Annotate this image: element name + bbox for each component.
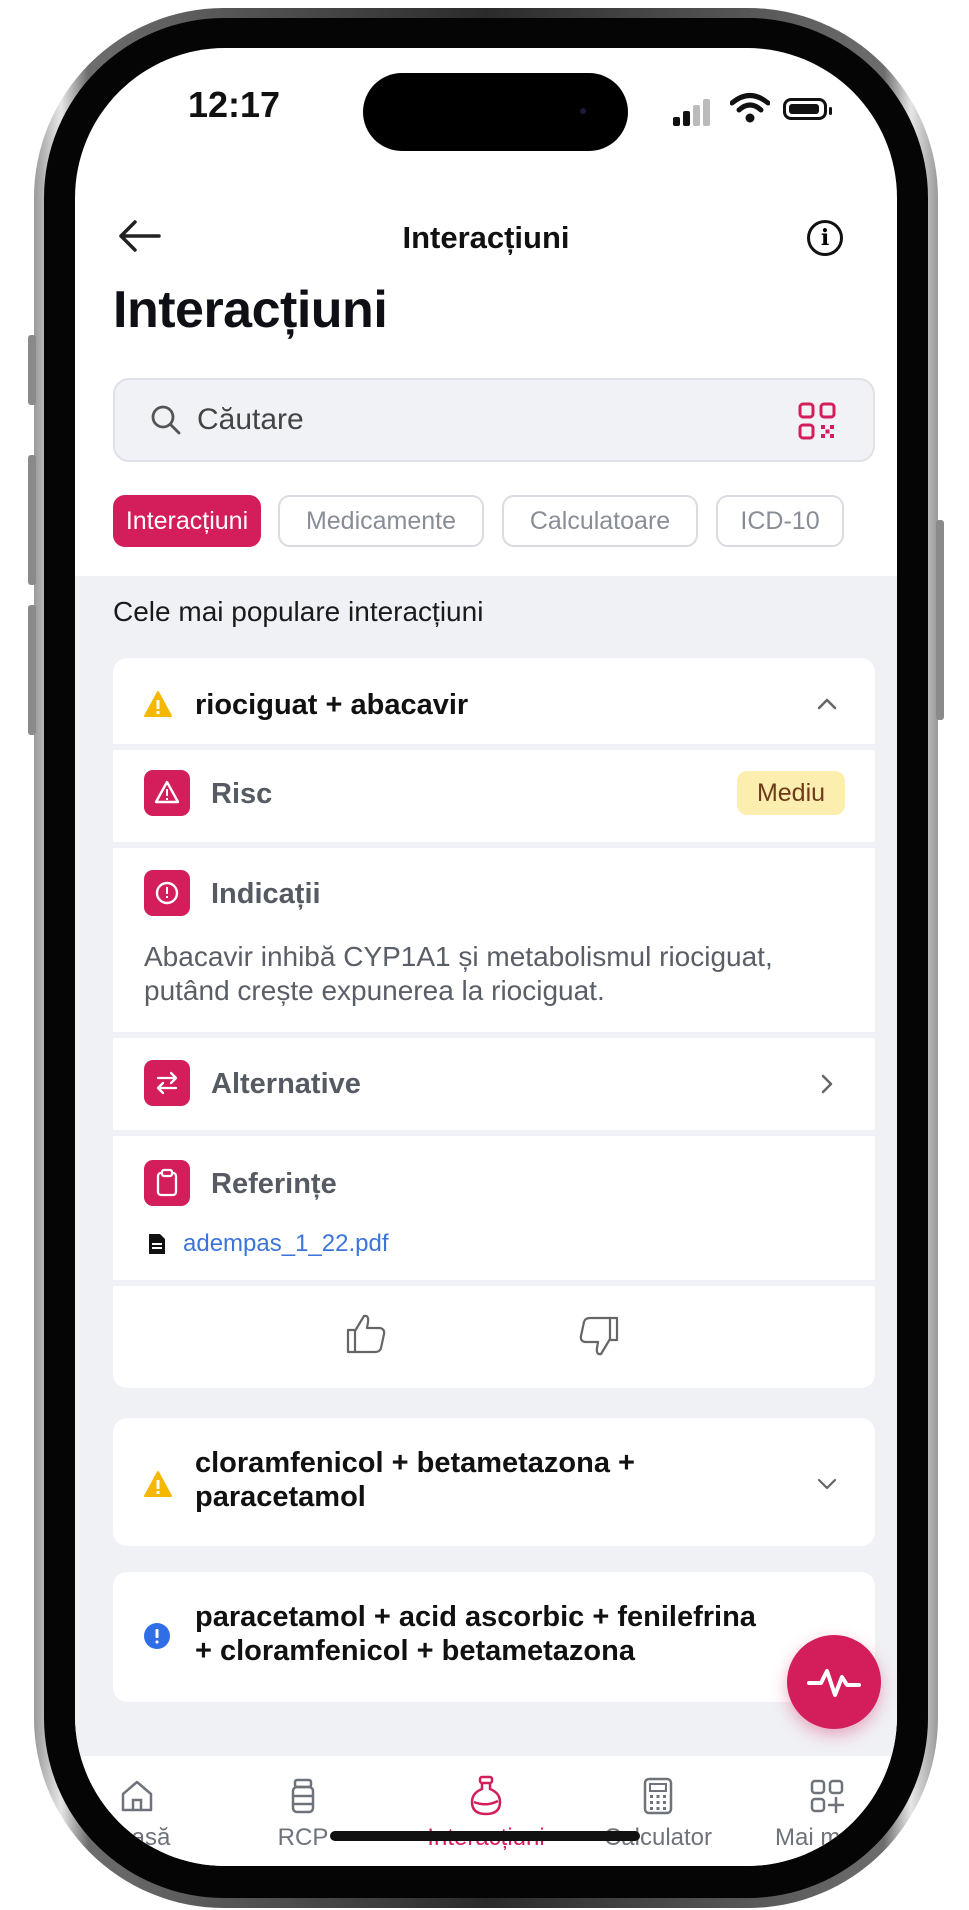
- section-label: Cele mai populare interacțiuni: [113, 596, 484, 627]
- tab-label: Acasă: [103, 1824, 171, 1851]
- search-bar[interactable]: [113, 378, 875, 462]
- tab-label: RCP: [277, 1824, 329, 1851]
- alternatives-label: Alternative: [211, 1068, 361, 1100]
- card-title: paracetamol + acid ascorbic + fenilefrin…: [195, 1601, 756, 1667]
- power-button: [936, 520, 944, 720]
- volume-down-button: [28, 605, 36, 735]
- divider: [113, 842, 875, 848]
- risk-icon: [144, 770, 190, 816]
- indications-icon: [144, 870, 190, 916]
- divider: [113, 1280, 875, 1286]
- warning-icon: [144, 691, 172, 717]
- mute-switch: [28, 335, 36, 405]
- references-label: Referințe: [211, 1168, 337, 1200]
- page-title: Interacțiuni: [113, 281, 388, 339]
- divider: [113, 1130, 875, 1136]
- search-icon: [151, 405, 181, 435]
- tab-mai-multe[interactable]: Mai multe: [747, 1774, 897, 1852]
- card-title: riociguat + abacavir: [195, 689, 469, 721]
- warning-icon: [144, 1471, 172, 1497]
- risk-level-badge: Mediu: [737, 771, 845, 815]
- thumbs-up-icon: [346, 1314, 386, 1354]
- alternatives-row[interactable]: Alternative: [113, 1038, 875, 1130]
- dynamic-island: [363, 73, 628, 151]
- chevron-right-icon: [821, 1074, 833, 1094]
- status-time: 12:17: [188, 84, 281, 125]
- home-icon: [121, 1780, 153, 1812]
- app-screen: 12:17 Interacțiuni i Interacțiuni Căutar…: [75, 48, 897, 1866]
- home-indicator: [330, 1831, 640, 1841]
- chip-interactiuni[interactable]: Interacțiuni: [113, 495, 261, 547]
- pill-bottle-icon: [291, 1778, 315, 1814]
- chevron-down-icon[interactable]: [815, 1472, 839, 1496]
- search-input[interactable]: [197, 398, 757, 442]
- signal-icon: [673, 96, 713, 126]
- chevron-up-icon[interactable]: [815, 692, 839, 716]
- chip-medicamente[interactable]: Medicamente: [278, 495, 484, 547]
- header-title: Interacțiuni: [402, 220, 570, 255]
- indications-label: Indicații: [211, 878, 321, 910]
- flask-icon: [470, 1775, 502, 1816]
- battery-icon: [783, 98, 832, 120]
- volume-up-button: [28, 455, 36, 585]
- reference-file-link[interactable]: adempas_1_22.pdf: [183, 1230, 389, 1258]
- chip-calculatoare[interactable]: Calculatoare: [502, 495, 698, 547]
- tab-acasa[interactable]: Acasă: [75, 1774, 217, 1852]
- thumbs-up-button[interactable]: [340, 1308, 390, 1358]
- swap-icon: [144, 1060, 190, 1106]
- thumbs-down-button[interactable]: [575, 1312, 625, 1362]
- tab-bar: Acasă RCP Interacțiuni: [75, 1756, 897, 1866]
- pulse-icon: [807, 1669, 861, 1697]
- thumbs-down-icon: [579, 1316, 619, 1356]
- tab-label: Mai multe: [774, 1824, 880, 1851]
- calculator-icon: [643, 1777, 673, 1815]
- interaction-card-expanded: [113, 658, 875, 1388]
- grid-plus-icon: [810, 1779, 845, 1814]
- divider: [113, 744, 875, 750]
- info-alert-icon: [144, 1623, 170, 1649]
- card-title: cloramfenicol + betametazona + paracetam…: [195, 1447, 635, 1513]
- indications-text: Abacavir inhibă CYP1A1 și metabolismul r…: [144, 941, 773, 1006]
- activity-fab[interactable]: [787, 1635, 881, 1729]
- chip-icd-10[interactable]: ICD-10: [716, 495, 844, 547]
- clipboard-icon: [144, 1160, 190, 1206]
- info-icon[interactable]: i: [807, 220, 843, 256]
- card-header[interactable]: riociguat + abacavir: [113, 658, 875, 744]
- file-icon: [149, 1234, 165, 1254]
- wifi-icon: [729, 92, 771, 129]
- qr-code-icon[interactable]: [798, 402, 836, 440]
- risk-label: Risc: [211, 778, 273, 810]
- camera-dot: [580, 108, 586, 114]
